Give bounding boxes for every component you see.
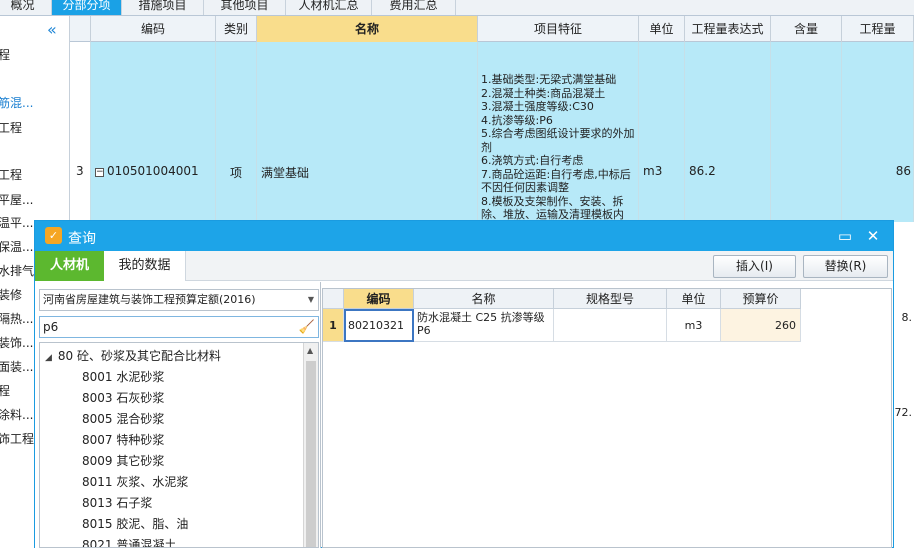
col-header-spec[interactable]: 规格型号	[554, 289, 667, 309]
dialog-title-bar[interactable]: ✓ 查询 ▭ ✕	[35, 221, 893, 251]
tab-measures[interactable]: 措施项目	[122, 0, 204, 15]
items-grid-header: 编码 类别 名称 项目特征 单位 工程量表达式 含量 工程量	[70, 16, 914, 42]
features-cell[interactable]: 1.基础类型:无梁式满堂基础 2.混凝土种类:商品混凝土 3.混凝土强度等级:C…	[478, 42, 639, 222]
tree-item[interactable]: 饰工程	[0, 430, 34, 447]
col-header-name[interactable]: 名称	[414, 289, 554, 309]
tree-item[interactable]: 平屋...	[0, 191, 33, 208]
tree-node[interactable]: 8007 特种砂浆	[82, 431, 164, 448]
tree-item[interactable]: 保温...	[0, 238, 33, 255]
quantity-cell[interactable]: 8.	[892, 305, 914, 331]
dialog-title: 查询	[68, 231, 96, 247]
tree-node[interactable]: 8003 石灰砂浆	[82, 389, 164, 406]
col-header-expression[interactable]: 工程量表达式	[685, 16, 771, 42]
tree-node[interactable]: 8013 石子浆	[82, 494, 152, 511]
col-header-name[interactable]: 名称	[257, 16, 478, 42]
col-header-content[interactable]: 含量	[771, 16, 842, 42]
scroll-up-icon[interactable]: ▲	[307, 346, 313, 355]
results-table: 编码 名称 规格型号 单位 预算价 1 80210321 防水混凝土 C25 抗…	[322, 288, 892, 548]
name-cell[interactable]: 满堂基础	[257, 42, 478, 222]
tree-item[interactable]: 工程	[0, 166, 22, 183]
tree-item[interactable]: 程	[0, 46, 10, 63]
collapse-row-icon[interactable]: −	[95, 168, 104, 177]
tab-overview[interactable]: 概况	[0, 0, 52, 15]
close-icon[interactable]: ✕	[863, 226, 883, 246]
col-header-category[interactable]: 类别	[216, 16, 257, 42]
tree-item[interactable]: 涂料...	[0, 406, 33, 423]
insert-button[interactable]: 插入(I)	[713, 255, 796, 278]
tree-item[interactable]: 温平...	[0, 214, 33, 231]
col-header-unit[interactable]: 单位	[639, 16, 685, 42]
expression-cell[interactable]: 86.2	[685, 42, 771, 222]
category-tree: ◢ 80 砼、砂浆及其它配合比材料 8001 水泥砂浆 8003 石灰砂浆 800…	[39, 342, 319, 548]
col-header-index	[70, 16, 91, 42]
result-unit-cell[interactable]: m3	[667, 309, 721, 342]
tab-other-items[interactable]: 其他项目	[204, 0, 286, 15]
col-header-price[interactable]: 预算价	[721, 289, 801, 309]
table-row[interactable]: 3 −010501004001 项 满堂基础 1.基础类型:无梁式满堂基础 2.…	[70, 42, 914, 222]
unit-cell[interactable]: m3	[639, 42, 685, 222]
tree-item[interactable]: 面装...	[0, 358, 33, 375]
col-header-features[interactable]: 项目特征	[478, 16, 639, 42]
maximize-icon[interactable]: ▭	[835, 226, 855, 246]
library-select[interactable]: 河南省房屋建筑与装饰工程预算定额(2016) ▼	[39, 289, 319, 311]
tree-node-80[interactable]: ◢ 80 砼、砂浆及其它配合比材料	[45, 347, 221, 364]
col-header-quantity[interactable]: 工程量	[842, 16, 914, 42]
app-logo-icon: ✓	[45, 227, 62, 244]
dropdown-arrow-icon[interactable]: ▼	[308, 290, 314, 310]
category-cell[interactable]: 项	[216, 42, 257, 222]
tree-node[interactable]: 8015 胶泥、脂、油	[82, 515, 188, 532]
tab-items[interactable]: 分部分项	[52, 0, 122, 15]
search-input[interactable]: p6 🧹	[39, 316, 319, 338]
query-dialog: ✓ 查询 ▭ ✕ 人材机 我的数据 插入(I) 替换(R) 河南省房屋建筑与装饰…	[34, 220, 894, 548]
clear-broom-icon[interactable]: 🧹	[299, 318, 315, 338]
result-price-cell[interactable]: 260	[721, 309, 801, 342]
quantity-cell[interactable]: 86	[842, 42, 914, 222]
collapse-left-icon[interactable]: «	[47, 20, 57, 39]
tree-item[interactable]: 装修	[0, 286, 22, 303]
tree-node[interactable]: 8021 普通混凝土	[82, 536, 176, 547]
tree-node[interactable]: 8001 水泥砂浆	[82, 368, 164, 385]
tree-item[interactable]: 工程	[0, 119, 22, 136]
tree-node[interactable]: 8005 混合砂浆	[82, 410, 164, 427]
tree-item[interactable]: 水排气	[0, 262, 34, 279]
tree-scrollbar[interactable]: ▲	[303, 343, 318, 547]
tree-item[interactable]: 隔热...	[0, 310, 33, 327]
col-header-code[interactable]: 编码	[91, 16, 216, 42]
scrollbar-thumb[interactable]	[306, 361, 316, 547]
replace-button[interactable]: 替换(R)	[803, 255, 888, 278]
tree-node[interactable]: 8011 灰浆、水泥浆	[82, 473, 188, 490]
col-header-code[interactable]: 编码	[344, 289, 414, 309]
dialog-tab-bar: 人材机 我的数据 插入(I) 替换(R)	[35, 251, 893, 281]
result-spec-cell[interactable]	[554, 309, 667, 342]
tree-item[interactable]: 程	[0, 382, 10, 399]
tab-cost-summary[interactable]: 费用汇总	[372, 0, 456, 15]
result-name-cell[interactable]: 防水混凝土 C25 抗渗等级 P6	[414, 309, 554, 342]
quantity-cell[interactable]: 72.	[892, 400, 914, 426]
module-tab-bar: 概况 分部分项 措施项目 其他项目 人材机汇总 费用汇总	[0, 0, 914, 16]
tree-item[interactable]: 筋混...	[0, 94, 33, 111]
content-cell[interactable]	[771, 42, 842, 222]
tab-my-data[interactable]: 我的数据	[104, 251, 186, 281]
result-code-cell[interactable]: 80210321	[344, 309, 414, 342]
row-index-cell[interactable]: 3	[70, 42, 91, 222]
expanded-triangle-icon[interactable]: ◢	[45, 353, 52, 363]
tab-resource-summary[interactable]: 人材机汇总	[286, 0, 372, 15]
tree-item[interactable]: 装饰...	[0, 334, 33, 351]
code-cell[interactable]: −010501004001	[91, 42, 216, 222]
tab-resources[interactable]: 人材机	[35, 251, 104, 281]
category-pane: 河南省房屋建筑与装饰工程预算定额(2016) ▼ p6 🧹 ◢ 80 砼、砂浆及其…	[35, 282, 321, 548]
tree-node[interactable]: 8009 其它砂浆	[82, 452, 164, 469]
col-header-unit[interactable]: 单位	[667, 289, 721, 309]
col-header-index	[323, 289, 344, 309]
result-row-index[interactable]: 1	[323, 309, 344, 342]
